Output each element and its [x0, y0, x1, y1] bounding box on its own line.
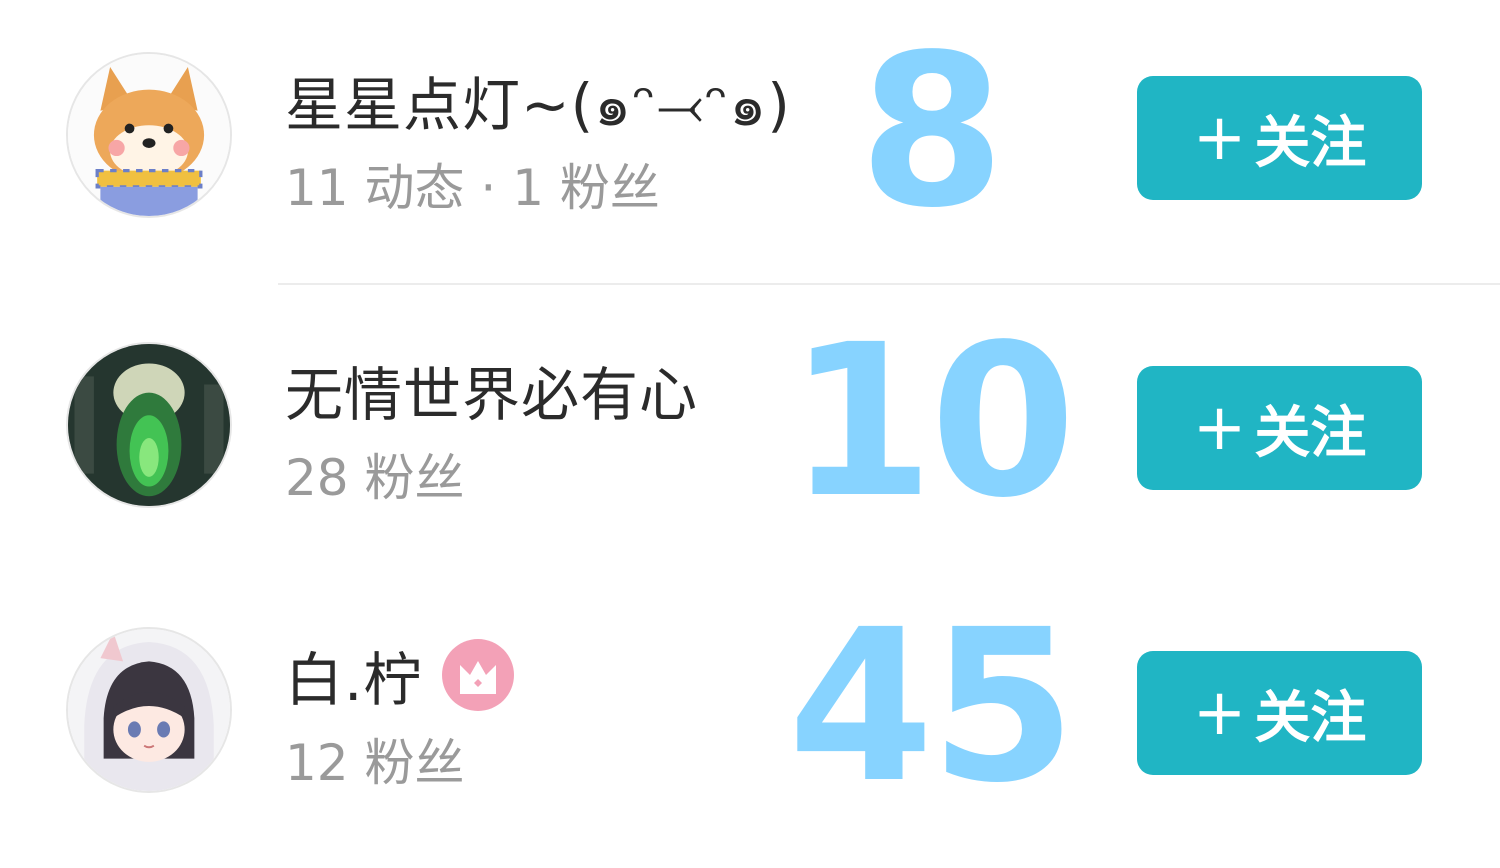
user-name[interactable]: 星星点灯~(๑ᵔ⤙ᵔ๑) [285, 58, 791, 151]
plus-icon: + [1192, 676, 1247, 750]
plus-icon: + [1192, 101, 1247, 175]
follow-label: 关注 [1254, 685, 1367, 751]
follow-label: 关注 [1254, 110, 1367, 176]
follow-button[interactable]: + 关注 [1137, 366, 1422, 490]
avatar[interactable] [66, 52, 232, 218]
shiba-dog-avatar-icon [68, 54, 230, 216]
user-name[interactable]: 无情世界必有心 [285, 348, 698, 432]
dark-green-character-avatar-icon [68, 344, 230, 506]
rank-number: 45 [787, 584, 1076, 829]
user-row[interactable]: 无情世界必有心 28 粉丝 10 + 关注 [0, 310, 1500, 570]
crown-icon [460, 661, 496, 694]
crown-badge [442, 639, 514, 711]
avatar[interactable] [66, 627, 232, 793]
user-row[interactable]: 星星点灯~(๑ᵔ⤙ᵔ๑) 11 动态 · 1 粉丝 8 + 关注 [0, 20, 1500, 280]
user-meta: 11 动态 · 1 粉丝 [285, 159, 660, 217]
user-row[interactable]: 白.柠 12 粉丝 45 + 关注 [0, 595, 1500, 855]
divider [278, 283, 1500, 285]
anime-girl-avatar-icon [68, 629, 230, 791]
rank-number: 10 [787, 299, 1076, 544]
rank-number: 8 [858, 9, 1005, 254]
follow-label: 关注 [1254, 400, 1367, 466]
user-name[interactable]: 白.柠 [285, 633, 422, 717]
plus-icon: + [1192, 391, 1247, 465]
user-meta: 28 粉丝 [285, 449, 465, 507]
follow-button[interactable]: + 关注 [1137, 76, 1422, 200]
user-meta: 12 粉丝 [285, 734, 465, 792]
avatar[interactable] [66, 342, 232, 508]
follow-button[interactable]: + 关注 [1137, 651, 1422, 775]
